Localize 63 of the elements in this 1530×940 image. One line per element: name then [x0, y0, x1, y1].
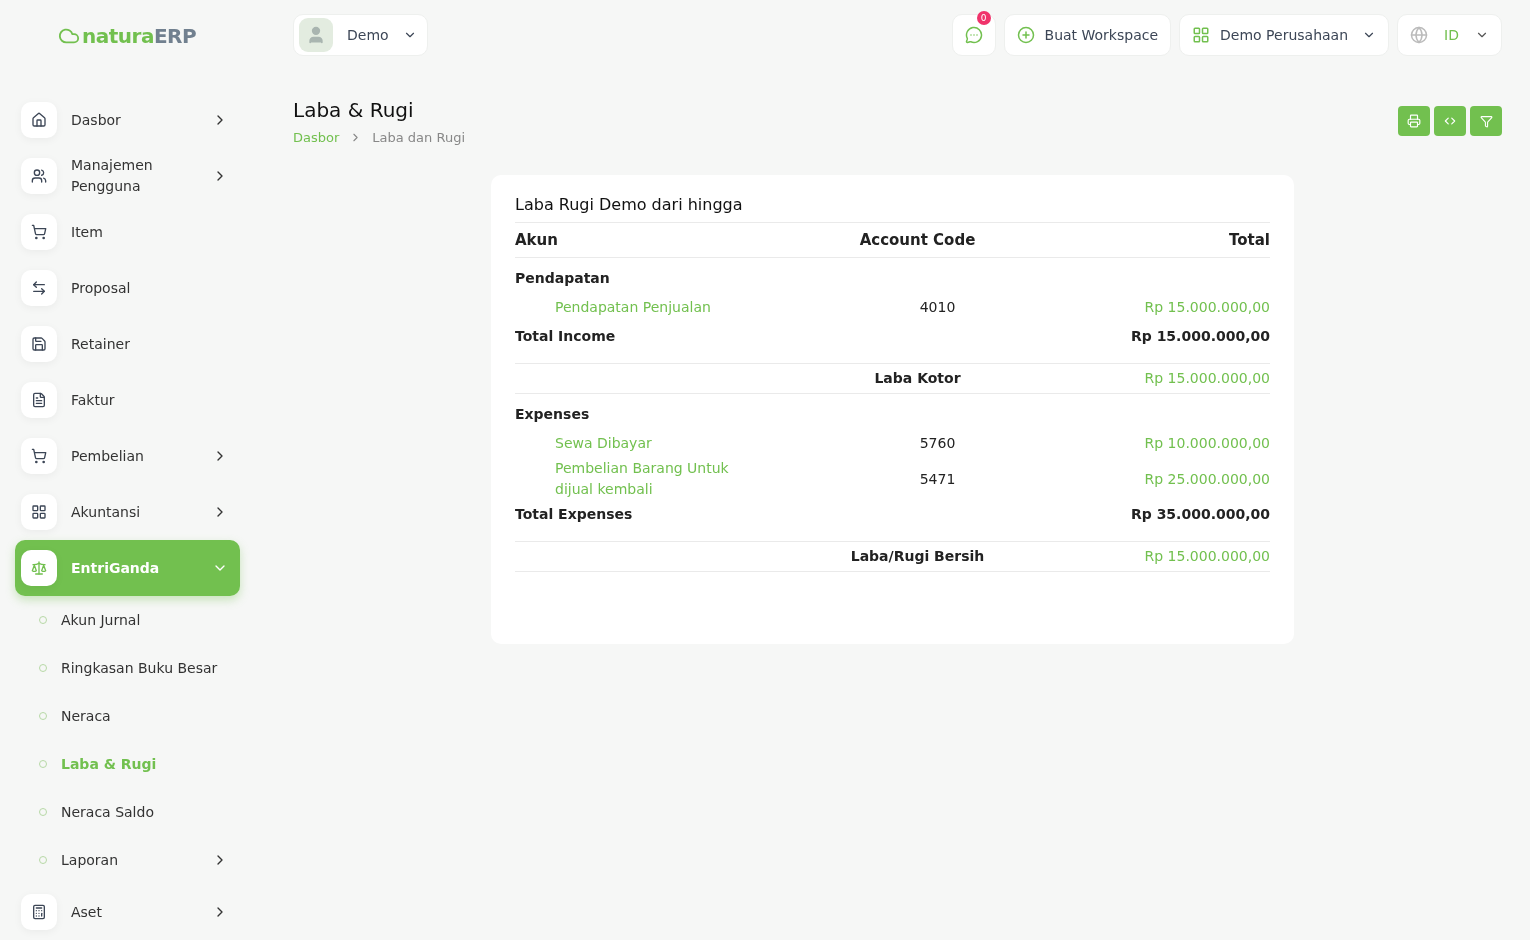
users-icon — [21, 158, 57, 194]
column-header: Akun — [515, 229, 559, 251]
cart-icon — [21, 214, 57, 250]
sidebar-item[interactable]: Item — [15, 204, 240, 260]
table-cell-text: Rp 15.000.000,00 — [1143, 369, 1270, 388]
table-cell-text: Rp 15.000.000,00 — [1129, 327, 1270, 346]
table-cell-text: 4010 — [918, 298, 957, 317]
sidebar-item[interactable]: Faktur — [15, 372, 240, 428]
total-label: Total Expenses — [515, 505, 634, 524]
save-icon — [21, 326, 57, 362]
filter-icon — [1479, 114, 1493, 128]
submenu-item[interactable]: Akun Jurnal — [15, 596, 240, 644]
sidebar-item[interactable]: Akuntansi — [15, 484, 240, 540]
chat-button[interactable]: 0 — [951, 14, 996, 56]
grid-icon — [21, 494, 57, 530]
sidebar-item[interactable]: Retainer — [15, 316, 240, 372]
user-menu[interactable]: Demo — [293, 14, 428, 56]
total-label: Total Income — [515, 327, 617, 346]
avatar-icon — [299, 18, 333, 52]
table-cell-text: Rp 35.000.000,00 — [1129, 505, 1270, 524]
submenu-item[interactable]: Neraca — [15, 692, 240, 740]
table-cell-text: 5760 — [918, 434, 957, 453]
column-header: Account Code — [858, 229, 977, 251]
submenu-item[interactable]: Laporan — [15, 836, 240, 884]
notification-badge: 0 — [976, 11, 991, 25]
section-heading: Expenses — [515, 405, 591, 424]
submenu-item[interactable]: Ringkasan Buku Besar — [15, 644, 240, 692]
column-header: Total — [1228, 229, 1270, 251]
sidebar-item[interactable]: Aset — [15, 884, 240, 940]
summary-label: Laba Kotor — [873, 369, 962, 388]
create-workspace-button[interactable]: Buat Workspace — [1003, 14, 1172, 56]
sidebar-item[interactable]: Manajemen Pengguna — [15, 148, 240, 204]
table-cell-text: Rp 15.000.000,00 — [1143, 298, 1270, 317]
print-icon — [1407, 114, 1421, 128]
filter-button[interactable] — [1470, 106, 1502, 136]
chat-icon — [964, 26, 983, 44]
scale-icon — [21, 550, 57, 586]
home-icon — [21, 102, 57, 138]
section-heading: Pendapatan — [515, 269, 611, 288]
table-cell-text: Rp 10.000.000,00 — [1143, 434, 1270, 453]
table-cell-text: Rp 15.000.000,00 — [1143, 547, 1270, 566]
globe-icon — [1410, 26, 1429, 44]
grid-icon — [1192, 26, 1211, 44]
code-icon — [1443, 114, 1457, 128]
report-title: Laba Rugi Demo dari hingga — [515, 195, 744, 214]
company-selector[interactable]: Demo Perusahaan — [1179, 14, 1390, 56]
plus-icon — [1016, 26, 1035, 44]
code-button[interactable] — [1434, 106, 1466, 136]
arrows-icon — [21, 270, 57, 306]
print-button[interactable] — [1398, 106, 1430, 136]
summary-label: Laba/Rugi Bersih — [849, 547, 986, 566]
sidebar-item[interactable]: Dasbor — [15, 92, 240, 148]
table-cell-text: 5471 — [918, 469, 957, 489]
submenu-item[interactable]: Neraca Saldo — [15, 788, 240, 836]
logo: naturaERP — [0, 0, 255, 72]
page-title: Laba & Rugi — [293, 98, 415, 122]
document-icon — [21, 382, 57, 418]
sidebar-item[interactable]: Pembelian — [15, 428, 240, 484]
cart-icon — [21, 438, 57, 474]
calculator-icon — [21, 894, 57, 930]
sidebar-item[interactable]: Proposal — [15, 260, 240, 316]
breadcrumb-current: Laba dan Rugi — [372, 130, 465, 145]
table-cell-text: Rp 25.000.000,00 — [1143, 469, 1270, 489]
